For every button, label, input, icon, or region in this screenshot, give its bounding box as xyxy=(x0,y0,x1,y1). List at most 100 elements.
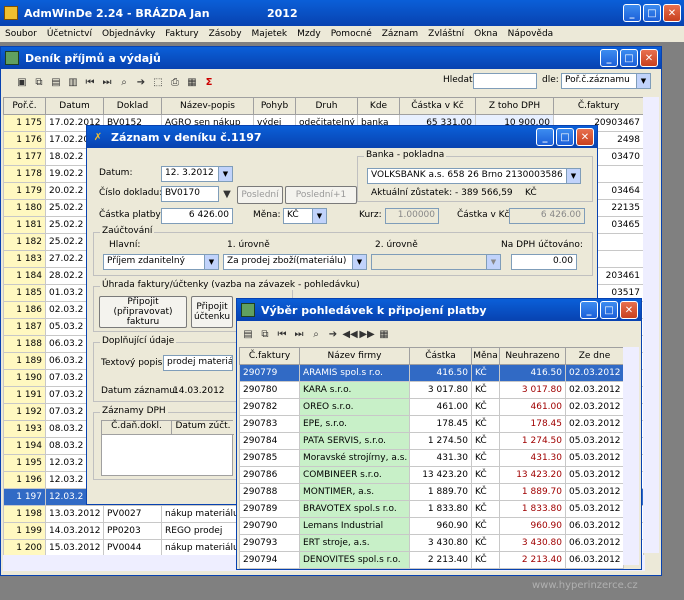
search-icon[interactable]: ⌕ xyxy=(117,75,131,89)
select-icon[interactable]: ⬚ xyxy=(151,75,165,89)
amount-field[interactable]: 6 426.00 xyxy=(161,208,233,224)
close-icon[interactable]: ✕ xyxy=(663,4,681,22)
close-icon[interactable]: ✕ xyxy=(640,49,658,67)
journal-col-header[interactable]: Druh xyxy=(295,97,358,115)
table-row[interactable]: 290788 MONTIMER, a.s. 1 889.70 KČ 1 889.70 05… xyxy=(239,483,624,501)
menu-item[interactable]: Záznam xyxy=(377,29,423,39)
rate-field[interactable]: 1.00000 xyxy=(385,208,439,224)
journal-col-header[interactable]: Z toho DPH xyxy=(475,97,554,115)
chevron-down-icon[interactable]: ▼ xyxy=(352,255,366,269)
close-icon[interactable]: ✕ xyxy=(576,128,594,146)
journal-col-header[interactable]: Název-popis xyxy=(161,97,254,115)
maximize-icon[interactable]: □ xyxy=(643,4,661,22)
table-row[interactable]: 290779 ARAMIS spol.s r.o. 416.50 KČ 416.50 02… xyxy=(239,364,624,382)
export-icon[interactable]: ▦ xyxy=(185,75,199,89)
journal-col-header[interactable]: Datum xyxy=(45,97,104,115)
table-row[interactable]: 290783 EPE, s.r.o. 178.45 KČ 178.45 02.03.201… xyxy=(239,415,624,433)
last-icon[interactable]: ⏭ xyxy=(100,75,114,89)
delete-icon[interactable]: ▥ xyxy=(66,75,80,89)
journal-col-header[interactable]: Kde xyxy=(357,97,400,115)
folder-icon[interactable]: ▤ xyxy=(49,75,63,89)
vat-field[interactable]: 0.00 xyxy=(511,254,577,270)
level1-select[interactable]: Za prodej zboží(materiálu) ▼ xyxy=(223,254,367,270)
minimize-icon[interactable]: _ xyxy=(536,128,554,146)
chevron-down-icon[interactable]: ▼ xyxy=(486,255,500,269)
menu-item[interactable]: Faktury xyxy=(160,29,203,39)
bank-select[interactable]: VOLKSBANK a.s. 658 26 Brno 2130003586 ▼ xyxy=(367,168,581,184)
sum-icon[interactable]: Σ xyxy=(202,75,216,89)
report-icon[interactable]: ▦ xyxy=(377,327,391,341)
search-icon[interactable]: ⌕ xyxy=(309,327,323,341)
maximize-icon[interactable]: □ xyxy=(556,128,574,146)
last-icon[interactable]: ⏭ xyxy=(292,327,306,341)
folder-icon[interactable]: ▤ xyxy=(241,327,255,341)
picker-scrollbar[interactable] xyxy=(623,347,639,565)
menu-item[interactable]: Mzdy xyxy=(292,29,326,39)
picker-col-header[interactable]: Částka xyxy=(409,347,472,365)
journal-col-header[interactable]: Poř.č. xyxy=(3,97,46,115)
first-icon[interactable]: ⏮ xyxy=(83,75,97,89)
menu-item[interactable]: Majetek xyxy=(247,29,293,39)
next-icon[interactable]: ▶▶ xyxy=(359,327,374,341)
menu-item[interactable]: Zásoby xyxy=(204,29,247,39)
menu-item[interactable]: Zvláštní xyxy=(423,29,469,39)
dropdown-icon[interactable]: ▼ xyxy=(220,187,234,201)
menu-item[interactable]: Nápověda xyxy=(503,29,559,39)
journal-col-header[interactable]: Částka v Kč xyxy=(399,97,476,115)
copy-icon[interactable]: ⧉ xyxy=(32,75,46,89)
table-row[interactable]: 290780 KARA s.r.o. 3 017.80 KČ 3 017.80 02.03… xyxy=(239,381,624,399)
currency-select[interactable]: KČ ▼ xyxy=(283,208,327,224)
table-row[interactable]: 290782 OREO s.r.o. 461.00 KČ 461.00 02.03.201… xyxy=(239,398,624,416)
last-button[interactable]: Poslední xyxy=(237,186,283,204)
picker-col-header[interactable]: Ze dne xyxy=(565,347,624,365)
chevron-down-icon[interactable]: ▼ xyxy=(204,255,218,269)
table-row[interactable]: 290793 ERT stroje, a.s. 3 430.80 KČ 3 430.80… xyxy=(239,534,624,552)
text-field[interactable]: prodej materiálu xyxy=(163,355,233,371)
search-by-select[interactable]: Poř.č.záznamu ▼ xyxy=(561,73,651,89)
close-icon[interactable]: ✕ xyxy=(620,301,638,319)
level2-select[interactable]: ▼ xyxy=(371,254,501,270)
minimize-icon[interactable]: _ xyxy=(600,49,618,67)
picker-col-header[interactable]: Č.faktury xyxy=(239,347,300,365)
chevron-down-icon[interactable]: ▼ xyxy=(636,74,650,88)
copy-icon[interactable]: ⧉ xyxy=(258,327,272,341)
journal-scrollbar[interactable] xyxy=(643,97,659,553)
menu-item[interactable]: Okna xyxy=(469,29,503,39)
table-row[interactable]: 290786 COMBINEER s.r.o. 13 423.20 KČ 13 423.… xyxy=(239,466,624,484)
minimize-icon[interactable]: _ xyxy=(623,4,641,22)
goto-icon[interactable]: ➔ xyxy=(326,327,340,341)
journal-col-header[interactable]: Doklad xyxy=(103,97,162,115)
menu-item[interactable]: Soubor xyxy=(0,29,42,39)
maximize-icon[interactable]: □ xyxy=(600,301,618,319)
table-row[interactable]: 290789 BRAVOTEX spol.s r.o. 1 833.80 KČ 1 83… xyxy=(239,500,624,518)
chevron-down-icon[interactable]: ▼ xyxy=(566,169,580,183)
print-icon[interactable]: ⎙ xyxy=(168,75,182,89)
date-field[interactable]: 12. 3.2012 ▼ xyxy=(161,166,233,182)
chevron-down-icon[interactable]: ▼ xyxy=(218,167,232,181)
attach-receipt-button[interactable]: Připojit účtenku xyxy=(191,296,233,328)
chevron-down-icon[interactable]: ▼ xyxy=(312,209,326,223)
open-icon[interactable]: ▣ xyxy=(15,75,29,89)
goto-icon[interactable]: ➔ xyxy=(134,75,148,89)
picker-col-header[interactable]: Měna xyxy=(471,347,500,365)
main-select[interactable]: Příjem zdanitelný ▼ xyxy=(103,254,219,270)
journal-col-header[interactable]: Pohyb xyxy=(253,97,296,115)
prev-icon[interactable]: ◀◀ xyxy=(342,327,357,341)
docnum-field[interactable]: BV0170 xyxy=(161,186,219,202)
first-icon[interactable]: ⏮ xyxy=(275,327,289,341)
minimize-icon[interactable]: _ xyxy=(580,301,598,319)
table-row[interactable]: 290794 DENOVITES spol.s r.o. 2 213.40 KČ 2 2… xyxy=(239,551,624,569)
table-row[interactable]: 290790 Lemans Industrial 960.90 KČ 960.90 06.… xyxy=(239,517,624,535)
picker-col-header[interactable]: Neuhrazeno xyxy=(499,347,566,365)
last-plus-one-button[interactable]: Poslední+1 xyxy=(285,186,357,204)
czk-field[interactable]: 6 426.00 xyxy=(509,208,585,224)
table-row[interactable]: 290784 PATA SERVIS, s.r.o. 1 274.50 KČ 1 274… xyxy=(239,432,624,450)
menu-item[interactable]: Pomocné xyxy=(326,29,377,39)
search-input[interactable] xyxy=(473,73,537,89)
table-row[interactable]: 290785 Moravské strojírny, a.s. 431.30 KČ 43… xyxy=(239,449,624,467)
picker-col-header[interactable]: Název firmy xyxy=(299,347,410,365)
attach-invoice-button[interactable]: Připojit (připravovat) fakturu xyxy=(99,296,187,328)
journal-col-header[interactable]: Č.faktury xyxy=(553,97,644,115)
menu-item[interactable]: Účetnictví xyxy=(42,29,97,39)
menu-item[interactable]: Objednávky xyxy=(97,29,160,39)
